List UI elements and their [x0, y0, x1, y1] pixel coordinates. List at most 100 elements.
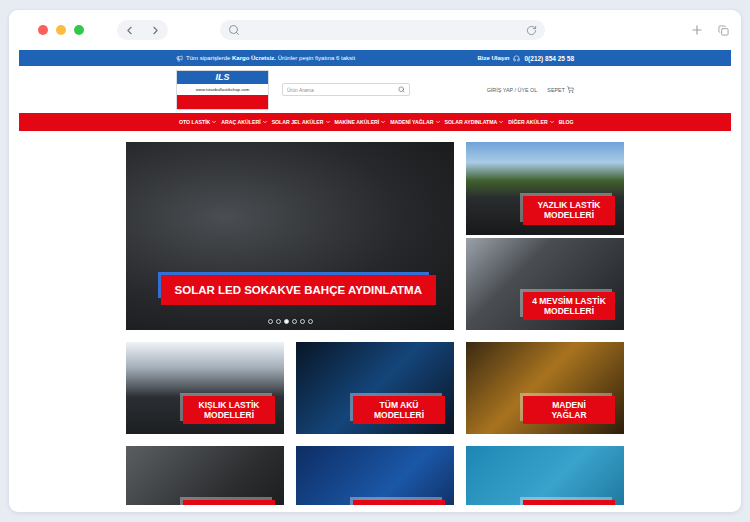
- menu-item-label: ARAÇ AKÜLERİ: [221, 119, 260, 125]
- chevron-down-icon: [262, 119, 268, 125]
- menu-item[interactable]: ARAÇ AKÜLERİ: [221, 119, 267, 125]
- menu-item[interactable]: SOLAR AYDINLATMA: [445, 119, 505, 125]
- banner-title-line: MODELLERİ: [361, 410, 437, 420]
- back-icon: [123, 24, 136, 37]
- back-button[interactable]: [120, 21, 140, 39]
- category-banner[interactable]: TÜM AKÜMODELLERİ: [296, 342, 454, 434]
- plus-icon: [690, 23, 704, 37]
- menu-item-label: DİĞER AKÜLER: [508, 119, 547, 125]
- cart-label: SEPET: [547, 87, 565, 93]
- close-button[interactable]: [38, 25, 48, 35]
- tabs-icon: [718, 25, 729, 36]
- headset-icon: [513, 55, 520, 62]
- banner-title-line: MODELLERİ: [531, 210, 607, 220]
- chevron-down-icon: [435, 119, 441, 125]
- banner-title-line: MODELLERİ: [531, 306, 607, 316]
- category-banner[interactable]: MADENİYAĞLAR: [466, 342, 624, 434]
- menu-item-label: MADENİ YAĞLAR: [390, 119, 433, 125]
- new-tab-button[interactable]: [690, 23, 704, 37]
- notice-text: Tüm siparişlerde Kargo Ücretsiz. Ürünler…: [186, 55, 355, 61]
- slider-dot[interactable]: [284, 319, 289, 324]
- menu-item-label: BLOG: [559, 119, 574, 125]
- notice-part: Tüm siparişlerde: [186, 55, 232, 61]
- banner-label: 4 MEVSİM LASTİKMODELLERİ: [523, 292, 615, 320]
- category-banner[interactable]: KIŞLIK LASTİKMODELLERİ: [126, 342, 284, 434]
- chevron-down-icon: [498, 119, 504, 125]
- hero-slider[interactable]: SOLAR LED SOKAKVE BAHÇE AYDINLATMA: [126, 142, 454, 330]
- slider-dot[interactable]: [276, 319, 281, 324]
- menu-item[interactable]: MADENİ YAĞLAR: [390, 119, 440, 125]
- chevron-down-icon: [549, 119, 555, 125]
- forward-button[interactable]: [145, 21, 165, 39]
- reload-icon[interactable]: [526, 25, 537, 36]
- shipping-notice: Tüm siparişlerde Kargo Ücretsiz. Ürünler…: [176, 55, 355, 62]
- banner-title-line: MADENİ: [531, 400, 607, 410]
- category-banner[interactable]: [296, 446, 454, 505]
- menu-item-label: OTO LASTİK: [179, 119, 210, 125]
- menu-item[interactable]: MAKİNE AKÜLERİ: [335, 119, 387, 125]
- banner-label: [353, 500, 445, 505]
- zoom-button[interactable]: [74, 25, 84, 35]
- account-links: GİRİŞ YAP / ÜYE OL SEPET: [487, 86, 574, 93]
- logo-name: ILS: [177, 71, 268, 85]
- banner-title-line: SOLAR LED SOKAK: [175, 284, 286, 296]
- banner-label: TÜM AKÜMODELLERİ: [353, 396, 445, 424]
- category-banner[interactable]: [126, 446, 284, 505]
- chevron-down-icon: [211, 119, 217, 125]
- banner-title-line: 4 MEVSİM LASTİK: [531, 296, 607, 306]
- slider-dot[interactable]: [292, 319, 297, 324]
- notice-part: Ürünler peşin fiyatına 6 taksit: [276, 55, 355, 61]
- search-icon[interactable]: [398, 86, 405, 93]
- browser-window: Tüm siparişlerde Kargo Ücretsiz. Ürünler…: [9, 10, 741, 512]
- site-header: ILSwww.istanbullastikshop.com Ürün Arama G…: [19, 66, 731, 113]
- address-bar[interactable]: [220, 20, 545, 40]
- category-banner[interactable]: [466, 446, 624, 505]
- chevron-down-icon: [380, 119, 386, 125]
- desktop: Tüm siparişlerde Kargo Ücretsiz. Ürünler…: [0, 0, 750, 522]
- banner-title-line: KIŞLIK LASTİK: [191, 400, 267, 410]
- browser-toolbar: [9, 10, 741, 50]
- forward-icon: [149, 24, 162, 37]
- home-banners: SOLAR LED SOKAKVE BAHÇE AYDINLATMA YAZLIK…: [126, 142, 624, 505]
- slider-caption: SOLAR LED SOKAKVE BAHÇE AYDINLATMA: [161, 275, 436, 305]
- menu-item-label: MAKİNE AKÜLERİ: [335, 119, 380, 125]
- logo-site: www.istanbullastikshop.com: [177, 84, 268, 95]
- cart-link[interactable]: SEPET: [547, 86, 574, 93]
- cart-icon: [567, 86, 574, 93]
- menu-item[interactable]: DİĞER AKÜLER: [508, 119, 554, 125]
- banner-label: KIŞLIK LASTİKMODELLERİ: [183, 396, 275, 424]
- category-banner[interactable]: YAZLIK LASTİKMODELLERİ: [466, 142, 624, 235]
- slider-dot[interactable]: [300, 319, 305, 324]
- phone-number[interactable]: 0(212) 854 25 58: [524, 55, 574, 62]
- logo-stripe: [177, 95, 268, 109]
- category-banner[interactable]: 4 MEVSİM LASTİKMODELLERİ: [466, 238, 624, 331]
- history-buttons: [117, 20, 168, 40]
- banner-title-line: TÜM AKÜ: [361, 400, 437, 410]
- banner-label: YAZLIK LASTİKMODELLERİ: [523, 196, 615, 224]
- notice-part: Kargo Ücretsiz.: [232, 55, 276, 61]
- contact[interactable]: Bize Ulaşın 0(212) 854 25 58: [477, 55, 574, 62]
- slider-dot[interactable]: [308, 319, 313, 324]
- web-page: Tüm siparişlerde Kargo Ücretsiz. Ürünler…: [19, 50, 731, 505]
- slider-dot[interactable]: [268, 319, 273, 324]
- menu-item[interactable]: SOLAR JEL AKÜLER: [272, 119, 331, 125]
- contact-label: Bize Ulaşın: [477, 55, 509, 61]
- tabs-button[interactable]: [718, 25, 729, 36]
- slider-dots: [126, 319, 454, 324]
- search-field[interactable]: Ürün Arama: [282, 83, 410, 96]
- search-placeholder: Ürün Arama: [287, 87, 314, 93]
- megaphone-icon: [176, 55, 183, 62]
- chevron-down-icon: [325, 119, 331, 125]
- banner-label: [183, 500, 275, 505]
- top-bar: Tüm siparişlerde Kargo Ücretsiz. Ürünler…: [19, 50, 731, 66]
- category-menu: OTO LASTİK ARAÇ AKÜLERİ SOLAR JEL AKÜLER MA…: [19, 113, 731, 131]
- site-logo[interactable]: ILSwww.istanbullastikshop.com: [176, 70, 269, 110]
- login-link[interactable]: GİRİŞ YAP / ÜYE OL: [487, 87, 538, 93]
- menu-item[interactable]: OTO LASTİK: [179, 119, 217, 125]
- banner-title-line: MODELLERİ: [191, 410, 267, 420]
- menu-item[interactable]: BLOG: [559, 119, 574, 125]
- banner-title-line: YAĞLAR: [531, 410, 607, 420]
- banner-title-line: YAZLIK LASTİK: [531, 200, 607, 210]
- minimize-button[interactable]: [56, 25, 66, 35]
- banner-label: MADENİYAĞLAR: [523, 396, 615, 424]
